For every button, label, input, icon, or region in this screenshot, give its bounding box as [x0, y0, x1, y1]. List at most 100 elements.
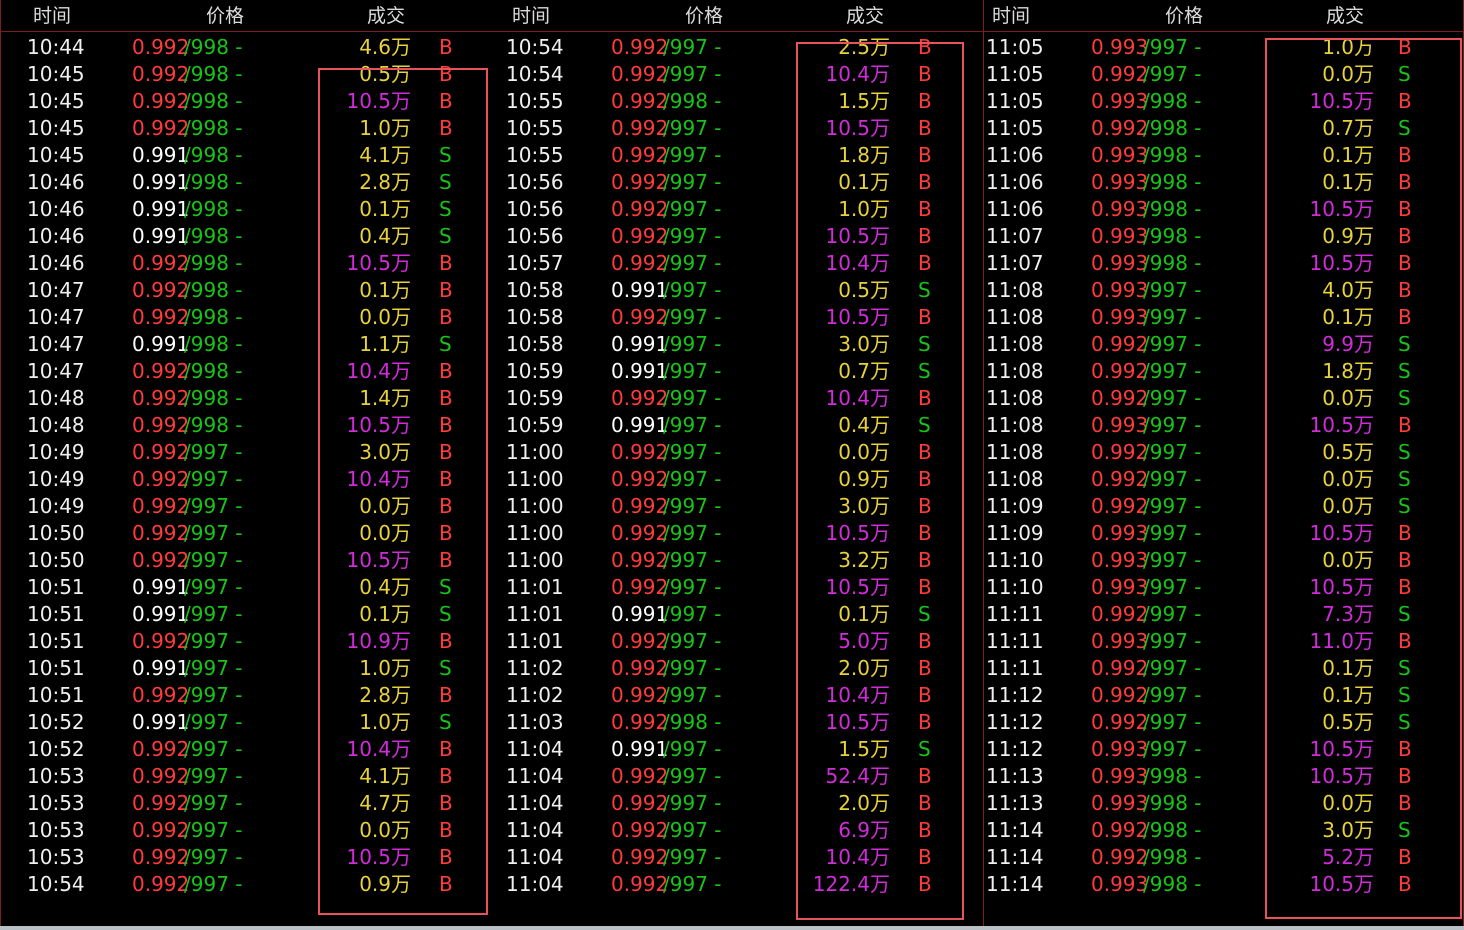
trade-row[interactable]: 10:49 0.992/997 - 3.0万 B: [1, 439, 504, 466]
trade-row[interactable]: 11:08 0.993/997 - 0.1万 B: [984, 304, 1463, 331]
trade-row[interactable]: 11:11 0.993/997 - 11.0万 B: [984, 628, 1463, 655]
trade-row[interactable]: 11:05 0.992/998 - 0.7万 S: [984, 115, 1463, 142]
trade-row[interactable]: 11:14 0.992/998 - 5.2万 B: [984, 844, 1463, 871]
trade-row[interactable]: 11:11 0.992/997 - 0.1万 S: [984, 655, 1463, 682]
trade-row[interactable]: 11:14 0.992/998 - 3.0万 S: [984, 817, 1463, 844]
trade-row[interactable]: 11:04 0.991/997 - 1.5万 S: [504, 736, 983, 763]
trade-row[interactable]: 10:47 0.991/998 - 1.1万 S: [1, 331, 504, 358]
trade-row[interactable]: 11:04 0.992/997 - 10.4万 B: [504, 844, 983, 871]
trade-row[interactable]: 10:53 0.992/997 - 4.1万 B: [1, 763, 504, 790]
trade-row[interactable]: 10:49 0.992/997 - 10.4万 B: [1, 466, 504, 493]
trade-row[interactable]: 11:08 0.993/997 - 10.5万 B: [984, 412, 1463, 439]
trade-row[interactable]: 11:00 0.992/997 - 0.0万 B: [504, 439, 983, 466]
trade-row[interactable]: 10:46 0.992/998 - 10.5万 B: [1, 250, 504, 277]
trade-row[interactable]: 11:02 0.992/997 - 2.0万 B: [504, 655, 983, 682]
trade-row[interactable]: 11:01 0.991/997 - 0.1万 S: [504, 601, 983, 628]
trade-row[interactable]: 11:12 0.993/997 - 10.5万 B: [984, 736, 1463, 763]
trade-row[interactable]: 10:54 0.992/997 - 0.9万 B: [1, 871, 504, 898]
trade-row[interactable]: 11:00 0.992/997 - 0.9万 B: [504, 466, 983, 493]
trade-row[interactable]: 11:00 0.992/997 - 3.2万 B: [504, 547, 983, 574]
trade-row[interactable]: 11:07 0.993/998 - 0.9万 B: [984, 223, 1463, 250]
trade-row[interactable]: 10:51 0.991/997 - 0.4万 S: [1, 574, 504, 601]
trade-row[interactable]: 11:04 0.992/997 - 52.4万 B: [504, 763, 983, 790]
trade-row[interactable]: 10:47 0.992/998 - 0.1万 B: [1, 277, 504, 304]
trade-row[interactable]: 10:48 0.992/998 - 1.4万 B: [1, 385, 504, 412]
trade-price: 0.992: [611, 224, 669, 248]
trade-row[interactable]: 11:04 0.992/997 - 2.0万 B: [504, 790, 983, 817]
trade-row[interactable]: 10:59 0.992/997 - 10.4万 B: [504, 385, 983, 412]
trade-row[interactable]: 11:09 0.992/997 - 0.0万 S: [984, 493, 1463, 520]
trade-row[interactable]: 10:46 0.991/998 - 0.4万 S: [1, 223, 504, 250]
trade-row[interactable]: 10:52 0.992/997 - 10.4万 B: [1, 736, 504, 763]
trade-row[interactable]: 10:45 0.992/998 - 1.0万 B: [1, 115, 504, 142]
trade-row[interactable]: 10:51 0.992/997 - 2.8万 B: [1, 682, 504, 709]
trade-row[interactable]: 11:08 0.993/997 - 4.0万 B: [984, 277, 1463, 304]
trade-row[interactable]: 11:06 0.993/998 - 0.1万 B: [984, 169, 1463, 196]
trade-row[interactable]: 10:45 0.992/998 - 0.5万 B: [1, 61, 504, 88]
trade-row[interactable]: 10:45 0.992/998 - 10.5万 B: [1, 88, 504, 115]
trade-row[interactable]: 10:44 0.992/998 - 4.6万 B: [1, 34, 504, 61]
trade-row[interactable]: 11:05 0.993/998 - 10.5万 B: [984, 88, 1463, 115]
trade-row[interactable]: 11:12 0.992/997 - 0.1万 S: [984, 682, 1463, 709]
trade-row[interactable]: 10:55 0.992/998 - 1.5万 B: [504, 88, 983, 115]
trade-row[interactable]: 11:02 0.992/997 - 10.4万 B: [504, 682, 983, 709]
trade-row[interactable]: 11:07 0.993/998 - 10.5万 B: [984, 250, 1463, 277]
trade-row[interactable]: 11:08 0.992/997 - 9.9万 S: [984, 331, 1463, 358]
trade-row[interactable]: 10:58 0.991/997 - 3.0万 S: [504, 331, 983, 358]
trade-row[interactable]: 11:04 0.992/997 - 6.9万 B: [504, 817, 983, 844]
trade-row[interactable]: 10:56 0.992/997 - 0.1万 B: [504, 169, 983, 196]
trade-row[interactable]: 11:08 0.992/997 - 0.0万 S: [984, 385, 1463, 412]
trade-row[interactable]: 10:59 0.991/997 - 0.4万 S: [504, 412, 983, 439]
trade-row[interactable]: 11:09 0.993/997 - 10.5万 B: [984, 520, 1463, 547]
trade-row[interactable]: 11:00 0.992/997 - 10.5万 B: [504, 520, 983, 547]
trade-row[interactable]: 11:13 0.993/998 - 0.0万 B: [984, 790, 1463, 817]
trade-row[interactable]: 11:08 0.992/997 - 1.8万 S: [984, 358, 1463, 385]
trade-row[interactable]: 10:47 0.992/998 - 0.0万 B: [1, 304, 504, 331]
trade-row[interactable]: 11:05 0.993/997 - 1.0万 B: [984, 34, 1463, 61]
trade-row[interactable]: 10:52 0.991/997 - 1.0万 S: [1, 709, 504, 736]
trade-row[interactable]: 11:08 0.992/997 - 0.5万 S: [984, 439, 1463, 466]
trade-row[interactable]: 11:14 0.993/998 - 10.5万 B: [984, 871, 1463, 898]
trade-row[interactable]: 11:06 0.993/998 - 10.5万 B: [984, 196, 1463, 223]
trade-row[interactable]: 11:01 0.992/997 - 10.5万 B: [504, 574, 983, 601]
trade-row[interactable]: 10:51 0.991/997 - 0.1万 S: [1, 601, 504, 628]
trade-row[interactable]: 10:55 0.992/997 - 1.8万 B: [504, 142, 983, 169]
trade-row[interactable]: 10:54 0.992/997 - 10.4万 B: [504, 61, 983, 88]
trade-row[interactable]: 10:58 0.992/997 - 10.5万 B: [504, 304, 983, 331]
trade-row[interactable]: 11:01 0.992/997 - 5.0万 B: [504, 628, 983, 655]
trade-time: 10:46: [27, 170, 85, 194]
trade-row[interactable]: 10:47 0.992/998 - 10.4万 B: [1, 358, 504, 385]
trade-row[interactable]: 10:46 0.991/998 - 2.8万 S: [1, 169, 504, 196]
trade-row[interactable]: 10:50 0.992/997 - 0.0万 B: [1, 520, 504, 547]
trade-row[interactable]: 10:53 0.992/997 - 10.5万 B: [1, 844, 504, 871]
trade-row[interactable]: 10:53 0.992/997 - 4.7万 B: [1, 790, 504, 817]
trade-row[interactable]: 10:51 0.991/997 - 1.0万 S: [1, 655, 504, 682]
trade-row[interactable]: 11:13 0.993/998 - 10.5万 B: [984, 763, 1463, 790]
trade-row[interactable]: 10:55 0.992/997 - 10.5万 B: [504, 115, 983, 142]
trade-row[interactable]: 10:49 0.992/997 - 0.0万 B: [1, 493, 504, 520]
trade-row[interactable]: 10:58 0.991/997 - 0.5万 S: [504, 277, 983, 304]
trade-row[interactable]: 11:11 0.992/997 - 7.3万 S: [984, 601, 1463, 628]
trade-row[interactable]: 10:53 0.992/997 - 0.0万 B: [1, 817, 504, 844]
trade-row[interactable]: 10:48 0.992/998 - 10.5万 B: [1, 412, 504, 439]
trade-row[interactable]: 11:08 0.992/997 - 0.0万 S: [984, 466, 1463, 493]
trade-row[interactable]: 11:05 0.992/997 - 0.0万 S: [984, 61, 1463, 88]
trade-row[interactable]: 11:04 0.992/997 - 122.4万 B: [504, 871, 983, 898]
trade-row[interactable]: 11:06 0.993/998 - 0.1万 B: [984, 142, 1463, 169]
trade-row[interactable]: 10:51 0.992/997 - 10.9万 B: [1, 628, 504, 655]
trade-row[interactable]: 10:46 0.991/998 - 0.1万 S: [1, 196, 504, 223]
trade-row[interactable]: 10:56 0.992/997 - 10.5万 B: [504, 223, 983, 250]
trade-row[interactable]: 11:03 0.992/998 - 10.5万 B: [504, 709, 983, 736]
trade-row[interactable]: 10:57 0.992/997 - 10.4万 B: [504, 250, 983, 277]
trade-row[interactable]: 10:45 0.991/998 - 4.1万 S: [1, 142, 504, 169]
trade-row[interactable]: 11:00 0.992/997 - 3.0万 B: [504, 493, 983, 520]
trade-row[interactable]: 10:54 0.992/997 - 2.5万 B: [504, 34, 983, 61]
trade-row[interactable]: 11:10 0.993/997 - 0.0万 B: [984, 547, 1463, 574]
trade-row[interactable]: 11:10 0.993/997 - 10.5万 B: [984, 574, 1463, 601]
trade-row[interactable]: 10:59 0.991/997 - 0.7万 S: [504, 358, 983, 385]
trade-row[interactable]: 10:50 0.992/997 - 10.5万 B: [1, 547, 504, 574]
trade-row[interactable]: 11:12 0.992/997 - 0.5万 S: [984, 709, 1463, 736]
trade-volume: 1.0万: [838, 197, 890, 221]
trade-volume: 52.4万: [825, 764, 890, 788]
trade-row[interactable]: 10:56 0.992/997 - 1.0万 B: [504, 196, 983, 223]
